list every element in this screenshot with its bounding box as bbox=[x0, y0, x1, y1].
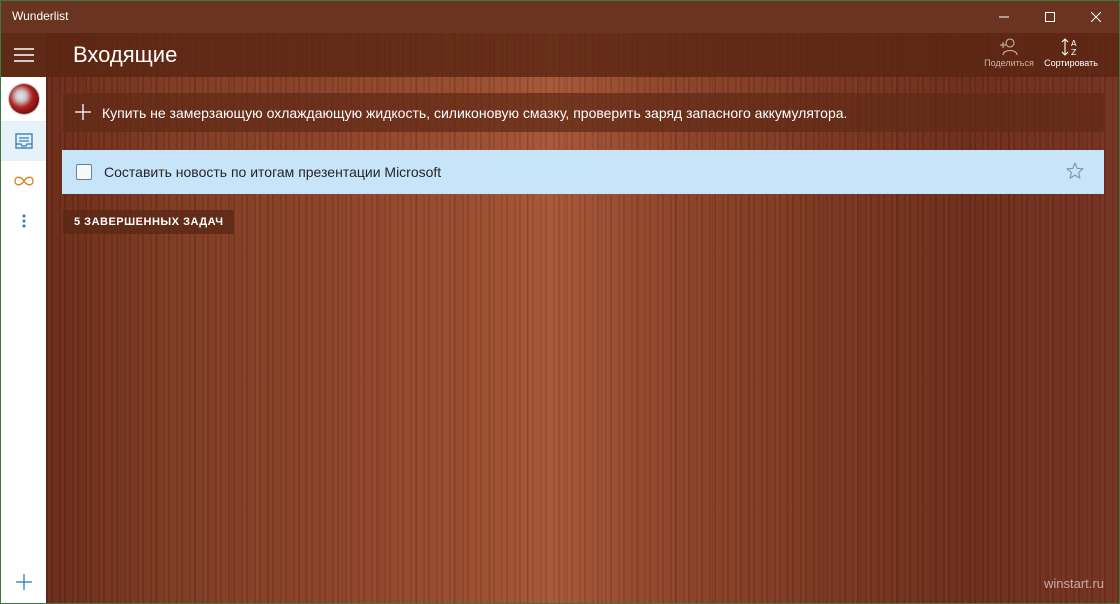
inbox-icon bbox=[14, 133, 33, 149]
star-icon[interactable] bbox=[1066, 162, 1084, 180]
maximize-icon bbox=[1045, 12, 1055, 22]
more-vertical-icon bbox=[22, 214, 25, 228]
watermark: winstart.ru bbox=[1044, 576, 1104, 591]
task-title: Составить новость по итогам презентации … bbox=[104, 164, 442, 180]
create-list-button[interactable] bbox=[1, 569, 46, 595]
sidebar-item-week[interactable] bbox=[1, 161, 46, 201]
share-button[interactable]: Поделиться bbox=[981, 38, 1037, 74]
task-row[interactable]: Составить новость по итогам презентации … bbox=[62, 150, 1104, 194]
share-label: Поделиться bbox=[984, 58, 1034, 68]
sort-button[interactable]: A Z Сортировать bbox=[1040, 38, 1102, 74]
menu-button[interactable] bbox=[1, 33, 46, 77]
sort-label: Сортировать bbox=[1044, 58, 1098, 68]
svg-text:A: A bbox=[1071, 39, 1077, 48]
user-avatar-button[interactable] bbox=[1, 79, 46, 119]
list-header: Входящие Поделиться A Z Сортировать bbox=[46, 33, 1119, 77]
title-bar: Wunderlist bbox=[1, 1, 1119, 33]
infinity-icon bbox=[13, 176, 34, 186]
minimize-icon bbox=[999, 16, 1009, 18]
page-title: Входящие bbox=[73, 42, 178, 67]
add-task-input[interactable]: Купить не замерзающую охлаждающую жидкос… bbox=[63, 93, 1104, 132]
task-checkbox[interactable] bbox=[76, 164, 92, 180]
menu-icon bbox=[13, 48, 34, 62]
sidebar-item-more[interactable] bbox=[1, 201, 46, 241]
plus-icon bbox=[75, 104, 91, 120]
main-content: Входящие Поделиться A Z Сортировать Купи… bbox=[46, 33, 1119, 603]
close-icon bbox=[1091, 12, 1101, 22]
show-completed-button[interactable]: 5 ЗАВЕРШЕННЫХ ЗАДАЧ bbox=[63, 210, 235, 234]
avatar bbox=[8, 84, 39, 114]
close-button[interactable] bbox=[1073, 1, 1119, 33]
sidebar bbox=[1, 33, 46, 603]
maximize-button[interactable] bbox=[1027, 1, 1073, 33]
svg-text:Z: Z bbox=[1071, 48, 1077, 56]
minimize-button[interactable] bbox=[981, 1, 1027, 33]
sort-az-icon: A Z bbox=[1061, 38, 1077, 56]
sidebar-item-inbox[interactable] bbox=[1, 121, 46, 161]
add-task-text: Купить не замерзающую охлаждающую жидкос… bbox=[102, 105, 848, 121]
plus-icon bbox=[15, 574, 32, 590]
share-person-icon bbox=[1000, 38, 1018, 56]
app-window: Wunderlist Входящие Поделиться A Z Сорти… bbox=[0, 0, 1120, 604]
app-title: Wunderlist bbox=[12, 9, 69, 23]
